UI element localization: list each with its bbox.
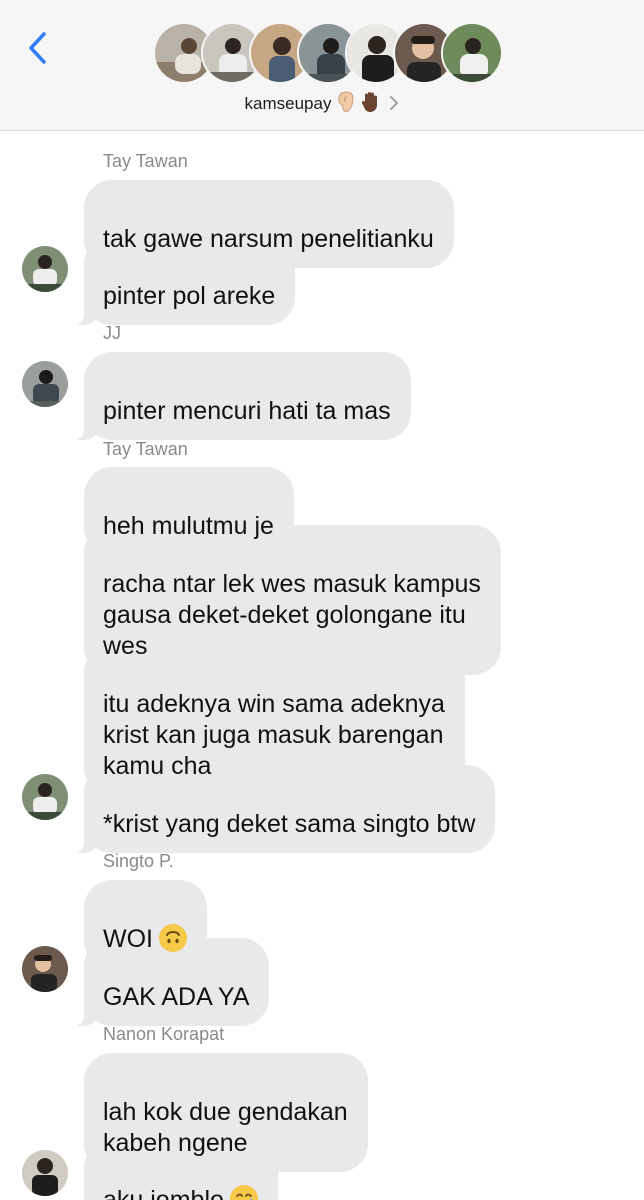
message-text: *krist yang deket sama singto btw xyxy=(103,810,476,838)
raised-hand-emoji-icon xyxy=(361,91,381,118)
group-member-avatar xyxy=(441,22,503,84)
sender-avatar[interactable] xyxy=(22,1150,68,1196)
message-text: heh mulutmu je xyxy=(103,512,274,540)
group-avatars[interactable] xyxy=(153,22,503,86)
message-bubble[interactable]: lah kok due gendakan kabeh ngene xyxy=(84,1053,368,1172)
message-text: pinter mencuri hati ta mas xyxy=(103,397,391,425)
chevron-left-icon xyxy=(29,32,46,64)
ear-emoji-icon xyxy=(337,90,355,118)
chevron-right-icon xyxy=(389,94,399,115)
message-text: pinter pol areke xyxy=(103,282,276,310)
back-button[interactable] xyxy=(22,30,52,66)
sender-name: JJ xyxy=(103,323,121,343)
message-bubble[interactable]: pinter mencuri hati ta mas xyxy=(70,352,411,440)
sender-name: Tay Tawan xyxy=(103,151,188,171)
message-text: GAK ADA YA xyxy=(103,983,250,1011)
sender-avatar[interactable] xyxy=(22,774,68,820)
message-text: tak gawe narsum penelitianku xyxy=(103,225,434,253)
sender-avatar[interactable] xyxy=(22,246,68,292)
message-text: WOI xyxy=(103,925,153,953)
message-text: aku jomblo xyxy=(103,1186,224,1200)
conversation-header: kamseupay xyxy=(0,0,644,131)
sender-avatar[interactable] xyxy=(22,946,68,992)
message-text: lah kok due gendakan kabeh ngene xyxy=(103,1098,348,1157)
crying-smile-emoji-icon xyxy=(229,1185,258,1200)
sender-name: Singto P. xyxy=(103,851,174,871)
sender-avatar[interactable] xyxy=(22,361,68,407)
sender-name: Nanon Korapat xyxy=(103,1024,225,1044)
group-name: kamseupay xyxy=(244,94,332,113)
group-title[interactable]: kamseupay xyxy=(0,90,644,118)
upside-down-face-emoji-icon xyxy=(159,924,187,952)
sender-name: Tay Tawan xyxy=(103,439,188,459)
